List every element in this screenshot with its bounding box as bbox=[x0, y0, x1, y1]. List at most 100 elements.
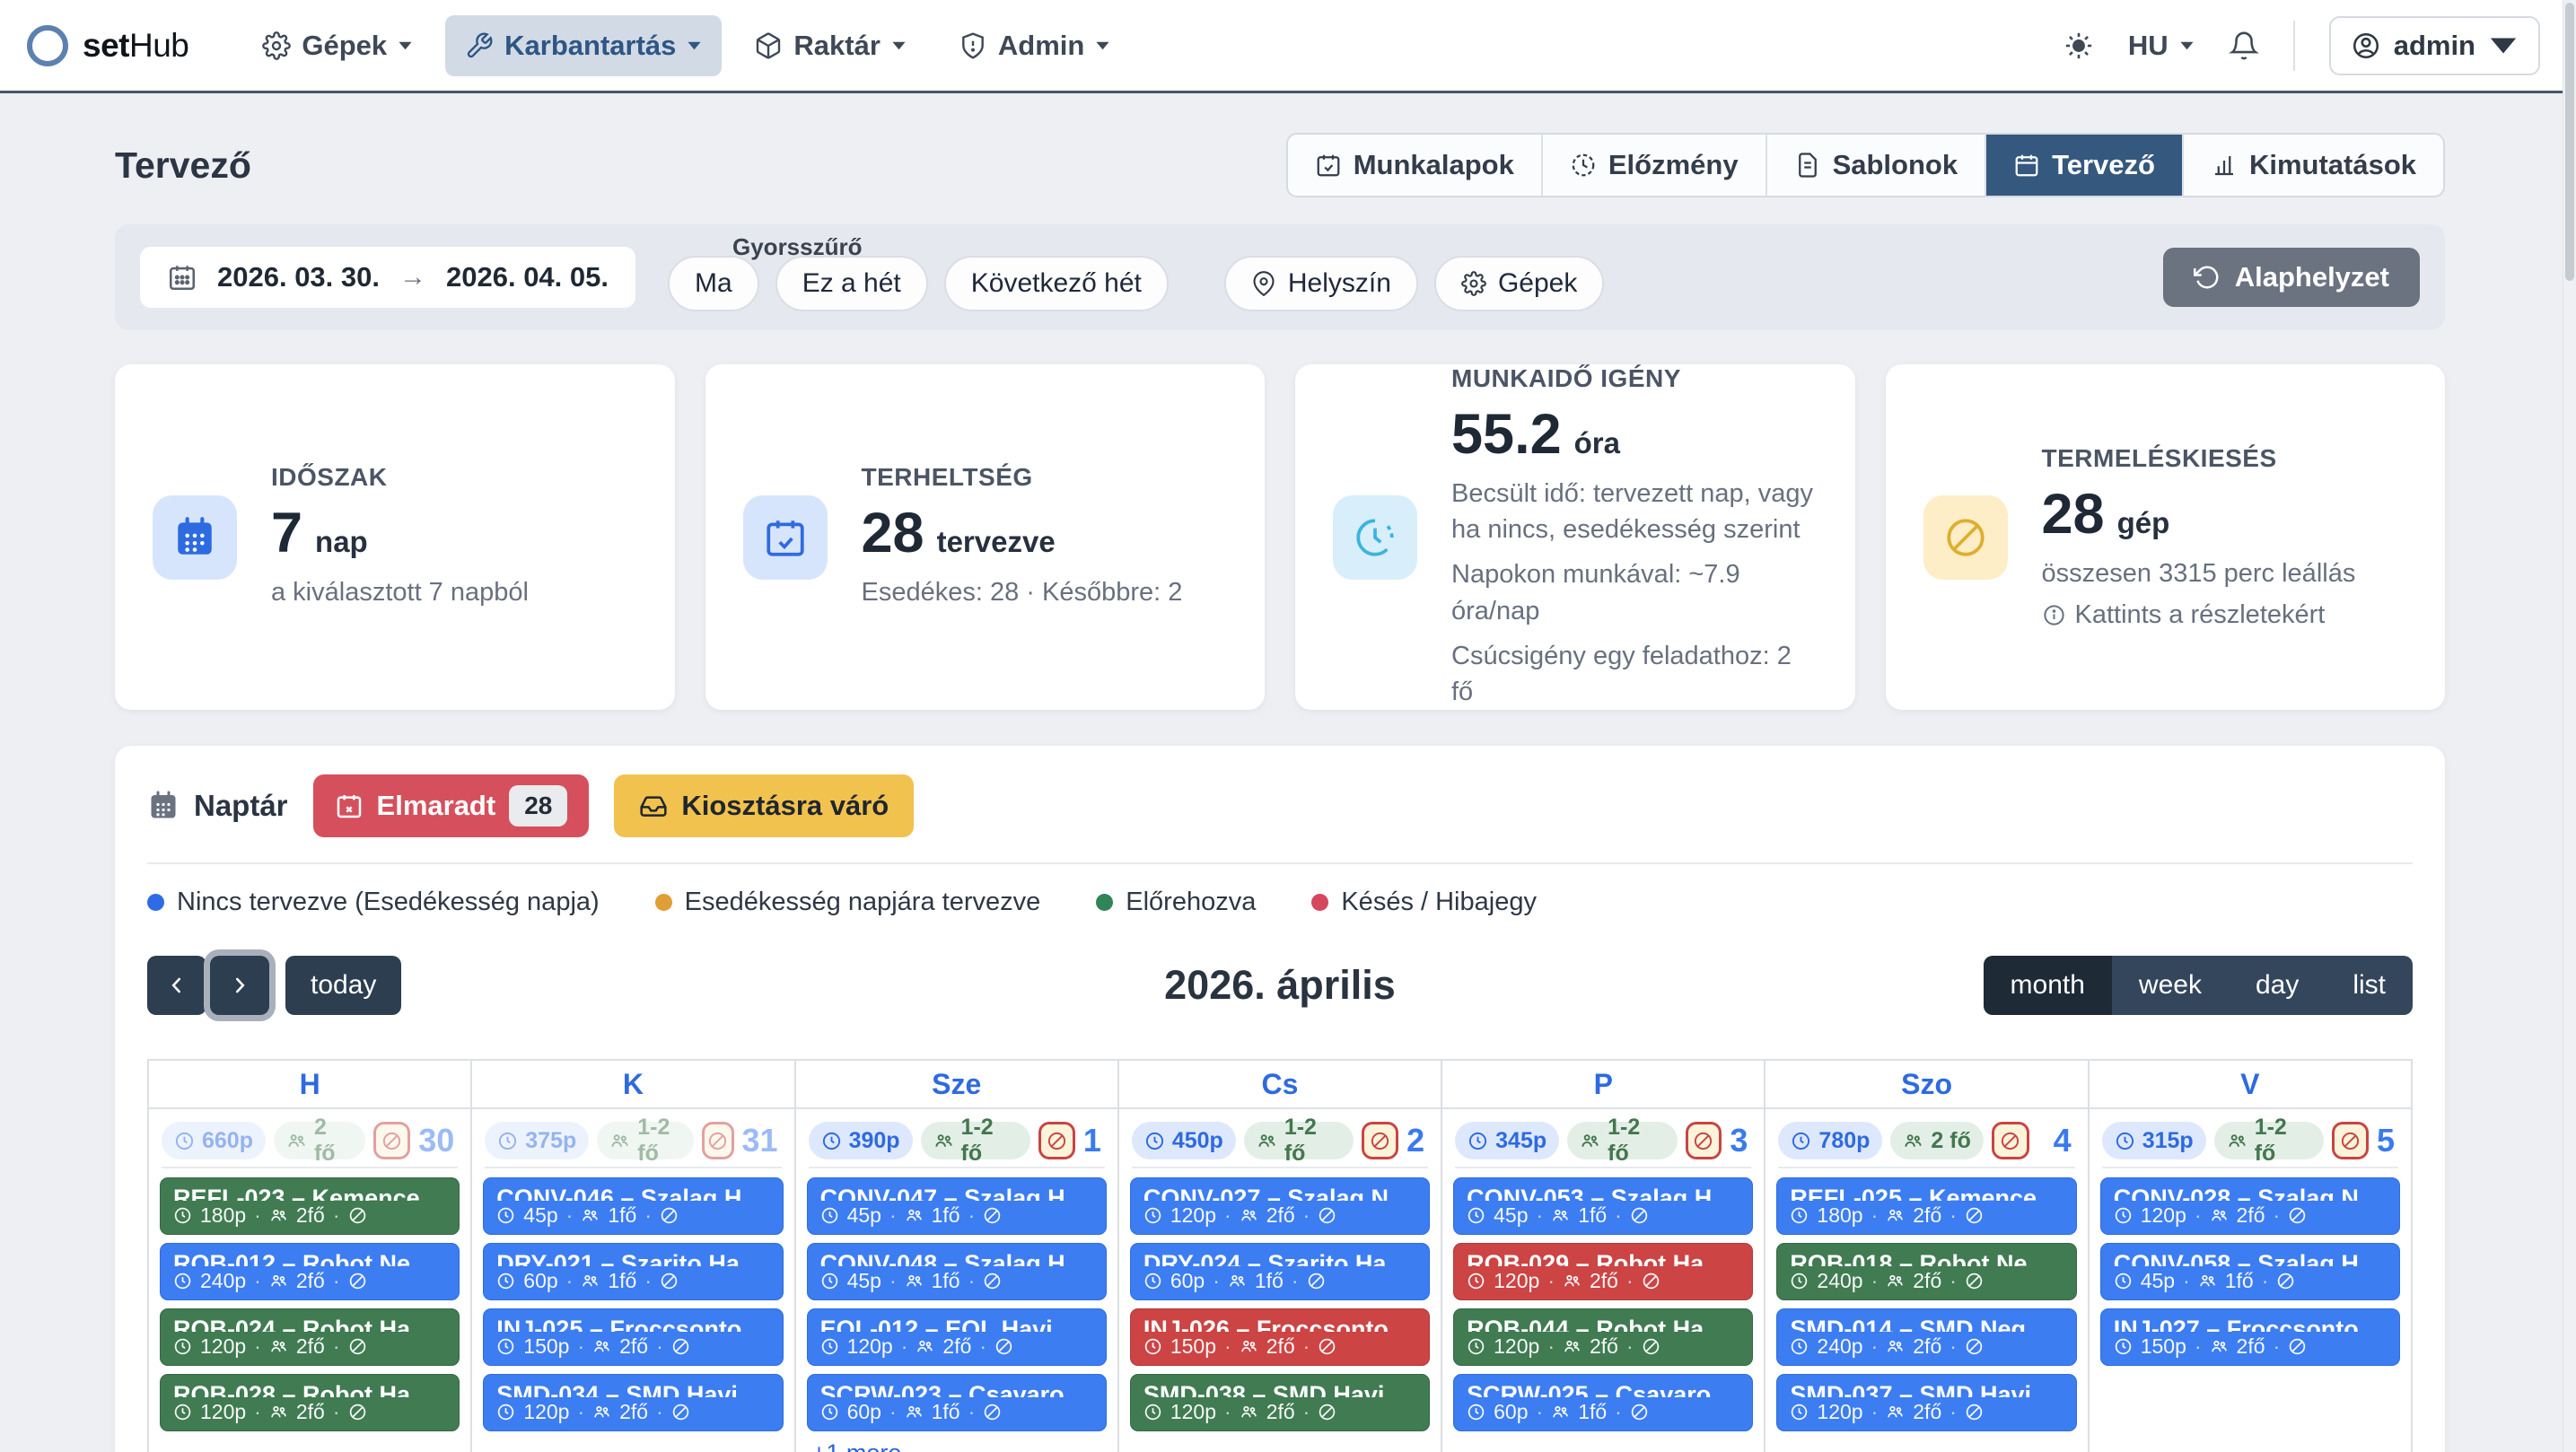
calendar-event[interactable]: SCRW-023 – Csavarozo Havi ...60p·1fő· bbox=[807, 1374, 1107, 1431]
calendar-icon bbox=[2013, 152, 2040, 179]
quick-filter-ma[interactable]: Ma bbox=[668, 256, 759, 311]
tab-tervezo[interactable]: Tervező bbox=[1986, 135, 2184, 196]
quick-filter-kovetkezo-het[interactable]: Következő hét bbox=[944, 256, 1169, 311]
calendar-event[interactable]: DRY-024 – Szarito Havi PM60p·1fő· bbox=[1130, 1243, 1430, 1300]
calendar-event[interactable]: INJ-025 – Froccsonto Havi PM150p·2fő· bbox=[483, 1308, 783, 1366]
nav-item-admin[interactable]: Admin bbox=[939, 15, 1130, 76]
calendar-event[interactable]: INJ-026 – Froccsonto Havi PM150p·2fő· bbox=[1130, 1308, 1430, 1366]
calendar-event[interactable]: SMD-037 – SMD Havi PM120p·2fő· bbox=[1776, 1374, 2076, 1431]
view-week-button[interactable]: week bbox=[2112, 956, 2229, 1015]
machines-filter-button[interactable]: Gépek bbox=[1434, 256, 1604, 311]
tab-sablonok[interactable]: Sablonok bbox=[1767, 135, 1987, 196]
event-meta: 45p·1fő· bbox=[820, 1203, 1093, 1228]
nav-item-label: Gépek bbox=[302, 30, 387, 62]
prev-month-button[interactable] bbox=[147, 956, 206, 1015]
nav-menu: Gépek Karbantartás Raktár Admin bbox=[242, 15, 1130, 76]
calendar-check-icon bbox=[743, 495, 828, 580]
view-day-button[interactable]: day bbox=[2229, 956, 2326, 1015]
scrollbar-thumb[interactable] bbox=[2565, 3, 2574, 281]
tab-elozmeny[interactable]: Előzmény bbox=[1543, 135, 1767, 196]
location-filter-button[interactable]: Helyszín bbox=[1224, 256, 1418, 311]
today-button[interactable]: today bbox=[285, 956, 401, 1015]
view-month-button[interactable]: month bbox=[1984, 956, 2112, 1015]
day-summary-row: 390p1-2 fő1 bbox=[805, 1120, 1108, 1167]
view-list-button[interactable]: list bbox=[2326, 956, 2413, 1015]
event-meta: 120p·2fő· bbox=[1143, 1203, 1416, 1228]
calendar-event[interactable]: SCRW-025 – Csavarozo Havi ...60p·1fő· bbox=[1453, 1374, 1753, 1431]
calendar-event[interactable]: ROB-012 – Robot Negyedéves...240p·2fő· bbox=[160, 1243, 460, 1300]
calendar-event[interactable]: ROB-044 – Robot Havi PM120p·2fő· bbox=[1453, 1308, 1753, 1366]
user-menu-button[interactable]: admin bbox=[2329, 16, 2540, 75]
calendar-toolbar: today 2026. április month week day list bbox=[147, 951, 2413, 1019]
people-icon bbox=[581, 1272, 600, 1290]
day-people-value: 2 fő bbox=[314, 1115, 353, 1167]
language-selector[interactable]: HU bbox=[2128, 30, 2195, 62]
filter-bar: 2026. 03. 30. → 2026. 04. 05. Gyorsszűrő… bbox=[115, 224, 2445, 330]
overdue-button[interactable]: Elmaradt 28 bbox=[313, 774, 590, 837]
people-icon bbox=[2227, 1131, 2247, 1151]
calendar-event[interactable]: EOL-012 – EOL Havi kalibracio120p·2fő· bbox=[807, 1308, 1107, 1366]
calendar-event[interactable]: SMD-014 – SMD Negyedéves ...240p·2fő· bbox=[1776, 1308, 2076, 1366]
event-meta: 150p·2fő· bbox=[1143, 1334, 1416, 1359]
nav-item-raktar[interactable]: Raktár bbox=[734, 15, 926, 76]
date-range-input[interactable]: 2026. 03. 30. → 2026. 04. 05. bbox=[140, 247, 635, 308]
people-icon bbox=[269, 1206, 288, 1225]
chevron-down-icon bbox=[2179, 40, 2195, 51]
bell-icon[interactable] bbox=[2229, 31, 2259, 61]
nav-item-gepek[interactable]: Gépek bbox=[242, 15, 433, 76]
event-people: 2fő bbox=[2237, 1334, 2265, 1359]
event-title: CONV-028 – Szalag Negyedév... bbox=[2114, 1185, 2387, 1201]
calendar-event[interactable]: CONV-048 – Szalag Havi PM45p·1fő· bbox=[807, 1243, 1107, 1300]
quick-filter-ez-a-het[interactable]: Ez a hét bbox=[775, 256, 928, 311]
window-scrollbar[interactable] bbox=[2563, 0, 2576, 1452]
calendar-event[interactable]: CONV-053 – Szalag Havi PM45p·1fő· bbox=[1453, 1177, 1753, 1235]
calendar-event[interactable]: CONV-027 – Szalag Negyedév...120p·2fő· bbox=[1130, 1177, 1430, 1235]
calendar-event[interactable]: ROB-024 – Robot Havi PM120p·2fő· bbox=[160, 1308, 460, 1366]
calendar-event[interactable]: ROB-018 – Robot Negyedéves...240p·2fő· bbox=[1776, 1243, 2076, 1300]
calendar-event[interactable]: REFL-023 – Kemence Havi PM180p·2fő· bbox=[160, 1177, 460, 1235]
legend-item: Késés / Hibajegy bbox=[1311, 888, 1537, 917]
next-month-button[interactable] bbox=[210, 956, 269, 1015]
calendar-event[interactable]: ROB-028 – Robot Havi PM120p·2fő· bbox=[160, 1374, 460, 1431]
unassigned-button[interactable]: Kiosztásra váró bbox=[614, 774, 914, 837]
event-people: 2fő bbox=[1913, 1400, 1941, 1424]
clock-icon bbox=[497, 1131, 518, 1151]
calendar-event[interactable]: INJ-027 – Froccsonto Havi PM150p·2fő· bbox=[2100, 1308, 2400, 1366]
day-downtime-badge bbox=[1686, 1122, 1722, 1159]
more-events-link[interactable]: +1 more bbox=[812, 1439, 1108, 1452]
calendar-event[interactable]: ROB-029 – Robot Havi PM120p·2fő· bbox=[1453, 1243, 1753, 1300]
event-title: SMD-038 – SMD Havi PM bbox=[1143, 1381, 1416, 1397]
calendar-event[interactable]: CONV-028 – Szalag Negyedév...120p·2fő· bbox=[2100, 1177, 2400, 1235]
calendar-event[interactable]: REFL-025 – Kemence Havi PM180p·2fő· bbox=[1776, 1177, 2076, 1235]
calendar-event[interactable]: CONV-047 – Szalag Havi PM45p·1fő· bbox=[807, 1177, 1107, 1235]
clock-icon bbox=[1790, 1403, 1809, 1421]
day-people-value: 1-2 fő bbox=[961, 1115, 1018, 1167]
event-minutes: 240p bbox=[200, 1269, 246, 1293]
tab-kimutatasok[interactable]: Kimutatások bbox=[2184, 135, 2443, 196]
language-label: HU bbox=[2128, 30, 2169, 62]
event-meta: 240p·2fő· bbox=[173, 1269, 446, 1293]
event-minutes: 45p bbox=[1494, 1203, 1528, 1228]
legend-label: Késés / Hibajegy bbox=[1341, 888, 1537, 917]
day-cell: 315p1-2 fő5CONV-028 – Szalag Negyedév...… bbox=[2090, 1109, 2413, 1452]
slash-circle-icon bbox=[1693, 1131, 1713, 1151]
day-minutes-badge: 315p bbox=[2102, 1122, 2206, 1159]
event-minutes: 60p bbox=[1494, 1400, 1528, 1424]
day-cell: 660p2 fő30REFL-023 – Kemence Havi PM180p… bbox=[149, 1109, 472, 1452]
theme-toggle-sun-icon[interactable] bbox=[2063, 31, 2094, 61]
calendar-event[interactable]: CONV-046 – Szalag Havi PM45p·1fő· bbox=[483, 1177, 783, 1235]
calendar-event[interactable]: SMD-034 – SMD Havi PM120p·2fő· bbox=[483, 1374, 783, 1431]
event-meta: 60p·1fő· bbox=[496, 1269, 769, 1293]
event-people: 1fő bbox=[932, 1269, 960, 1293]
brand[interactable]: setHub bbox=[27, 25, 188, 66]
stat-card-termeleskieses[interactable]: TERMELÉSKIESÉS 28gép összesen 3315 perc … bbox=[1886, 364, 2446, 710]
calendar-event[interactable]: SMD-038 – SMD Havi PM120p·2fő· bbox=[1130, 1374, 1430, 1431]
day-people-badge: 1-2 fő bbox=[2214, 1122, 2324, 1159]
overdue-label: Elmaradt bbox=[377, 790, 496, 822]
nav-item-karbantartas[interactable]: Karbantartás bbox=[445, 15, 722, 76]
tab-munkalapok[interactable]: Munkalapok bbox=[1288, 135, 1543, 196]
calendar-event[interactable]: CONV-058 – Szalag Havi PM45p·1fő· bbox=[2100, 1243, 2400, 1300]
reset-button[interactable]: Alaphelyzet bbox=[2163, 248, 2420, 307]
event-minutes: 120p bbox=[847, 1334, 893, 1359]
calendar-event[interactable]: DRY-021 – Szarito Havi PM60p·1fő· bbox=[483, 1243, 783, 1300]
